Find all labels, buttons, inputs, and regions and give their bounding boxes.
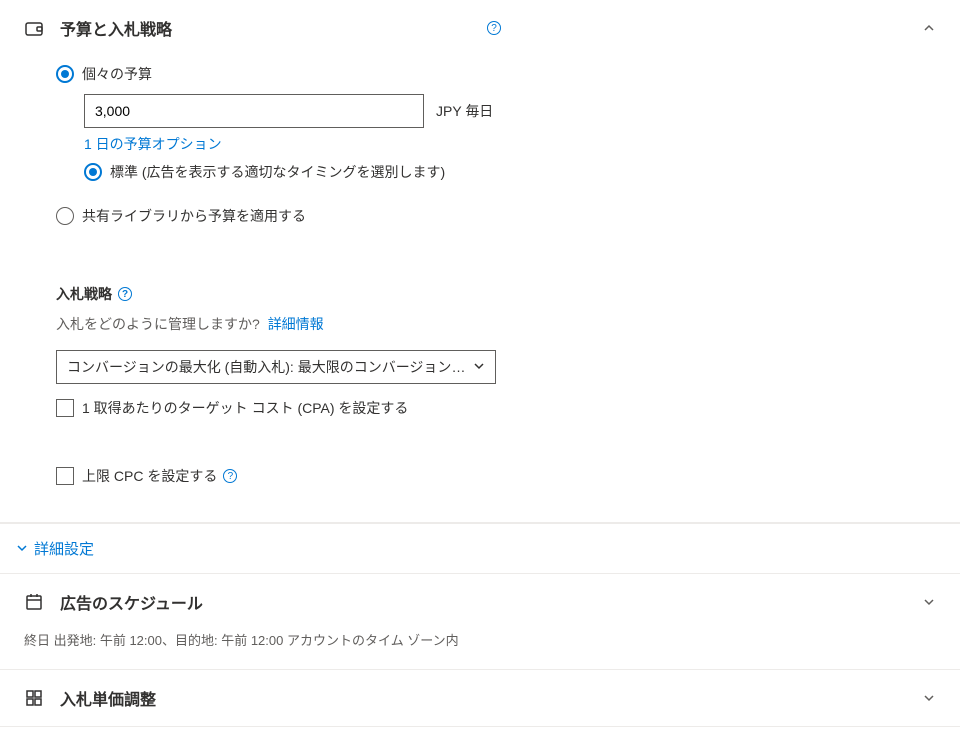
standard-delivery-radio[interactable]: 標準 (広告を表示する適切なタイミングを選別します) (84, 162, 936, 182)
help-icon[interactable]: ? (487, 21, 501, 35)
cpc-checkbox-row[interactable]: 上限 CPC を設定する ? (56, 466, 936, 486)
individual-budget-radio[interactable]: 個々の予算 (56, 64, 936, 84)
shared-library-radio[interactable]: 共有ライブラリから予算を適用する (56, 206, 936, 226)
calendar-icon (24, 592, 44, 612)
checkbox-unchecked-icon (56, 399, 74, 417)
currency-label: JPY 毎日 (436, 101, 493, 121)
budget-bid-title: 予算と入札戦略 (60, 16, 481, 40)
advanced-settings-toggle[interactable]: 詳細設定 (0, 523, 960, 574)
help-icon[interactable]: ? (223, 469, 237, 483)
ad-schedule-header[interactable]: 広告のスケジュール (0, 574, 960, 630)
budget-bid-body: 個々の予算 JPY 毎日 1 日の予算オプション 標準 (広告を表示する適切なタ… (0, 56, 960, 522)
ad-schedule-summary: 終日 出発地: 午前 12:00、目的地: 午前 12:00 アカウントのタイム… (0, 630, 960, 669)
bid-strategy-question: 入札をどのように管理しますか? 詳細情報 (56, 314, 936, 334)
more-info-link[interactable]: 詳細情報 (268, 316, 324, 332)
radio-checked-icon (84, 163, 102, 181)
cpc-checkbox-label: 上限 CPC を設定する (82, 466, 217, 486)
chevron-down-icon (473, 359, 485, 375)
individual-budget-label: 個々の予算 (82, 64, 152, 84)
daily-budget-options-link[interactable]: 1 日の予算オプション (84, 134, 936, 154)
cpa-checkbox-label: 1 取得あたりのターゲット コスト (CPA) を設定する (82, 398, 408, 418)
bid-strategy-value: コンバージョンの最大化 (自動入札): 最大限のコンバージョンを得る (67, 357, 473, 377)
radio-checked-icon (56, 65, 74, 83)
grid-icon (24, 688, 44, 708)
bid-adjustment-title: 入札単価調整 (60, 686, 922, 710)
advanced-settings-label: 詳細設定 (34, 538, 94, 559)
bid-question-text: 入札をどのように管理しますか? (56, 316, 260, 332)
radio-unchecked-icon (56, 207, 74, 225)
help-icon[interactable]: ? (118, 287, 132, 301)
budget-input-row: JPY 毎日 (84, 94, 936, 128)
shared-library-label: 共有ライブラリから予算を適用する (82, 206, 306, 226)
budget-amount-input[interactable] (84, 94, 424, 128)
budget-bid-header[interactable]: 予算と入札戦略 ? (0, 0, 960, 56)
bid-strategy-title-text: 入札戦略 (56, 284, 112, 304)
cpa-checkbox-row[interactable]: 1 取得あたりのターゲット コスト (CPA) を設定する (56, 398, 936, 418)
bid-adjustment-section: 入札単価調整 (0, 670, 960, 727)
bid-strategy-title: 入札戦略 ? (56, 284, 936, 304)
chevron-down-icon (16, 541, 28, 557)
chevron-up-icon (922, 21, 936, 35)
budget-bid-section: 予算と入札戦略 ? 個々の予算 JPY 毎日 1 日の予算オプション 標 (0, 0, 960, 523)
bid-adjustment-header[interactable]: 入札単価調整 (0, 670, 960, 726)
bid-strategy-select[interactable]: コンバージョンの最大化 (自動入札): 最大限のコンバージョンを得る (56, 350, 496, 384)
individual-budget-content: JPY 毎日 1 日の予算オプション 標準 (広告を表示する適切なタイミングを選… (84, 94, 936, 182)
wallet-icon (24, 18, 44, 38)
standard-delivery-label: 標準 (広告を表示する適切なタイミングを選別します) (110, 162, 445, 182)
checkbox-unchecked-icon (56, 467, 74, 485)
chevron-down-icon (922, 595, 936, 609)
ad-schedule-section: 広告のスケジュール 終日 出発地: 午前 12:00、目的地: 午前 12:00… (0, 574, 960, 670)
ad-schedule-title: 広告のスケジュール (60, 590, 922, 614)
chevron-down-icon (922, 691, 936, 705)
